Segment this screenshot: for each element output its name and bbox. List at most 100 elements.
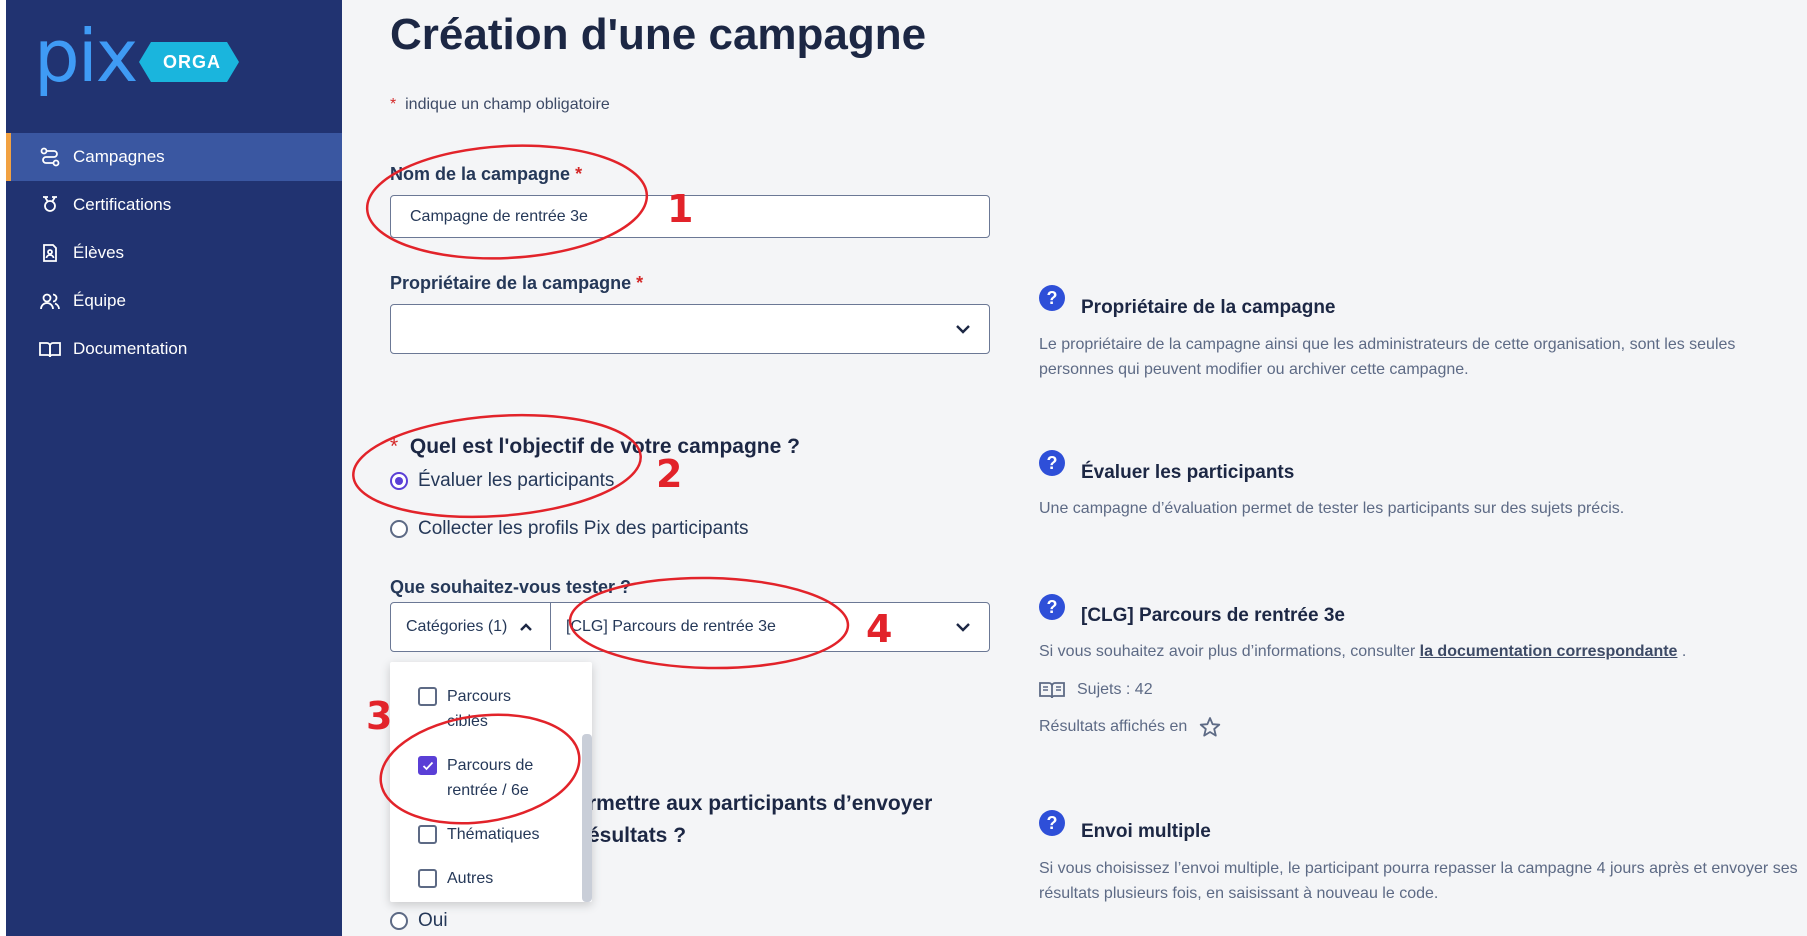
dropdown-scrollbar[interactable] [582,734,592,902]
help-question-icon: ? [1039,285,1065,311]
star-icon [1200,716,1221,737]
main-content: Création d'une campagne * indique un cha… [342,0,1807,936]
book-icon [39,342,61,358]
objective-option-collect[interactable]: Collecter les profils Pix des participan… [390,518,749,540]
annotation-number-4: 4 [866,607,893,651]
subjects-count-text: Sujets : 42 [1077,681,1153,698]
campaign-name-label: Nom de la campagne * [390,164,582,185]
annotation-number-3: 3 [366,694,393,738]
checkbox-unchecked[interactable] [418,825,437,844]
category-option-label: Parcours cibles [447,684,511,734]
help-question-icon: ? [1039,594,1065,620]
required-note-text: indique un champ obligatoire [405,96,610,113]
orga-badge-label: ORGA [163,52,221,72]
objective-option-label: Collecter les profils Pix des participan… [418,518,749,539]
page-title: Création d'une campagne [390,10,927,59]
objective-question-text: Quel est l'objectif de votre campagne ? [409,435,800,458]
sidebar: pix ORGA Campagnes Certifications Élèves… [6,0,342,936]
category-option-label-line1: Parcours de [447,757,534,774]
multiple-send-yes[interactable]: Oui [390,910,448,932]
help-target-text-prefix: Si vous souhaitez avoir plus d’informati… [1039,643,1416,660]
multiple-send-question-line1: rmettre aux participants d’envoyer [588,792,933,815]
radio-unselected[interactable] [390,912,408,930]
results-display-label: Résultats affichés en [1039,718,1188,735]
team-icon [40,293,60,310]
checkbox-unchecked[interactable] [418,869,437,888]
category-option-parcours-rentree[interactable]: Parcours de rentrée / 6e [418,753,533,803]
checkbox-unchecked[interactable] [418,687,437,706]
category-option-label-line2: rentrée / 6e [447,782,529,799]
help-question-icon: ? [1039,810,1065,836]
category-option-label: Thématiques [447,826,540,843]
target-profile-select: Catégories (1) [CLG] Parcours de rentrée… [390,602,990,652]
category-option-parcours-cibles[interactable]: Parcours cibles [418,684,511,734]
help-owner-title: Propriétaire de la campagne [1081,297,1336,318]
check-icon [422,761,433,770]
category-option-label: Autres [447,870,494,887]
objective-option-evaluate[interactable]: Évaluer les participants [390,470,614,492]
sidebar-item-eleves[interactable]: Élèves [6,229,342,277]
multiple-send-question-line2: ésultats ? [588,824,687,847]
logo-text: pix [34,14,138,98]
category-option-thematiques[interactable]: Thématiques [418,822,540,847]
help-owner-text: Le propriétaire de la campagne ainsi que… [1039,336,1736,378]
objective-question: * Quel est l'objectif de votre campagne … [390,435,800,459]
checkbox-checked[interactable] [418,756,437,775]
multiple-send-yes-label: Oui [418,910,448,931]
student-icon [43,244,57,262]
chevron-up-icon [520,622,533,631]
categories-button-label: Catégories (1) [406,617,508,635]
sidebar-item-label: Campagnes [73,147,165,166]
required-note: * indique un champ obligatoire [390,96,610,114]
category-option-label-line1: Parcours [447,688,512,705]
documentation-link[interactable]: la documentation correspondante [1420,643,1678,660]
help-question-icon: ? [1039,450,1065,476]
sidebar-item-label: Certifications [73,195,172,214]
sidebar-item-documentation[interactable]: Documentation [6,325,342,373]
results-display: Résultats affichés en [1039,714,1221,739]
radio-unselected[interactable] [390,520,408,538]
orga-badge: ORGA [139,42,239,82]
help-target-title: [CLG] Parcours de rentrée 3e [1081,605,1345,626]
test-label: Que souhaitez-vous tester ? [390,577,632,597]
objective-option-label: Évaluer les participants [418,470,615,491]
certification-icon [43,196,57,212]
sidebar-item-label: Élèves [73,243,125,262]
annotation-number-2: 2 [656,452,683,496]
campaign-icon [40,147,60,167]
pix-orga-logo[interactable]: pix ORGA [34,14,254,98]
multiple-send-question: rmettre aux participants d’envoyer ésult… [588,792,932,848]
sidebar-item-certifications[interactable]: Certifications [6,181,342,229]
required-star: * [636,273,644,293]
book-icon [1039,681,1065,698]
owner-select[interactable] [390,304,990,354]
owner-label-text: Propriétaire de la campagne [390,273,632,293]
categories-button[interactable]: Catégories (1) [391,603,551,650]
sidebar-item-label: Équipe [73,291,126,310]
category-option-label: Parcours de rentrée / 6e [447,753,533,803]
help-target-text-suffix: . [1681,643,1687,660]
categories-dropdown: Parcours cibles Parcours de rentrée / 6e T… [390,662,592,902]
chevron-down-icon [956,325,970,334]
help-multiple-title: Envoi multiple [1081,821,1211,842]
category-option-label-line2: cibles [447,713,488,730]
chevron-down-icon[interactable] [955,621,971,633]
campaign-name-value: Campagne de rentrée 3e [410,208,588,225]
owner-label: Propriétaire de la campagne * [390,273,643,294]
help-eval-text: Une campagne d’évaluation permet de test… [1039,500,1625,517]
required-star: * [390,435,399,458]
annotation-number-1: 1 [667,187,694,231]
help-target-text: Si vous souhaitez avoir plus d’informati… [1039,639,1799,664]
help-multiple-text: Si vous choisissez l’envoi multiple, le … [1039,860,1798,902]
required-star: * [575,164,583,184]
sidebar-nav: Campagnes Certifications Élèves Équipe D… [6,133,342,373]
campaign-name-label-text: Nom de la campagne [390,164,571,184]
category-option-autres[interactable]: Autres [418,866,493,891]
help-eval-title: Évaluer les participants [1081,462,1295,483]
required-star: * [390,96,397,113]
target-profile-value[interactable]: [CLG] Parcours de rentrée 3e [566,618,776,636]
sidebar-item-equipe[interactable]: Équipe [6,277,342,325]
sidebar-item-campagnes[interactable]: Campagnes [6,133,342,181]
subjects-count: Sujets : 42 [1039,677,1153,702]
radio-selected[interactable] [390,472,408,490]
